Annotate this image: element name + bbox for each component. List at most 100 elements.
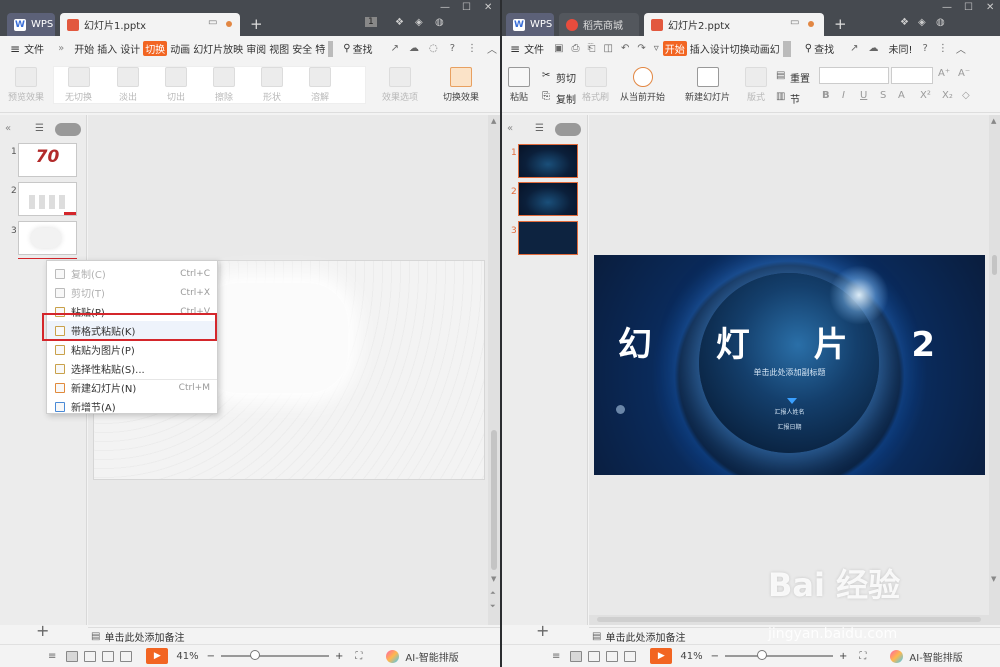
monitor-icon[interactable]: ▭ — [790, 17, 799, 28]
wps-home-tab[interactable]: W WPS — [7, 13, 55, 36]
italic-button[interactable]: I — [842, 90, 845, 101]
menu-transition[interactable]: 切换 — [730, 41, 750, 56]
skin-icon[interactable]: ❖ — [900, 17, 909, 28]
strikethrough-button[interactable]: S — [880, 90, 886, 101]
scroll-down-icon[interactable]: ▼ — [991, 575, 996, 583]
monitor-icon[interactable]: ▭ — [208, 17, 217, 28]
share-icon[interactable]: ↗ — [391, 43, 399, 54]
transition-cut[interactable]: 切出 — [165, 67, 187, 103]
zoom-level[interactable]: 41% — [176, 651, 198, 662]
ctx-paste-as-picture[interactable]: 粘贴为图片(P) — [47, 340, 217, 359]
more-options-icon[interactable]: ⋮ — [938, 43, 948, 54]
add-slide-button[interactable]: + — [536, 621, 549, 640]
notes-toggle-icon[interactable]: ≡ — [48, 651, 56, 662]
ai-layout-button[interactable]: AI-智能排版 — [405, 649, 458, 664]
menu-insert[interactable]: 插入 — [690, 41, 710, 56]
collapse-ribbon-icon[interactable]: ︿ — [956, 41, 966, 56]
minimize-icon[interactable]: — — [942, 2, 952, 13]
scroll-thumb[interactable] — [491, 430, 497, 570]
font-size-select[interactable] — [891, 67, 933, 84]
ctx-copy[interactable]: 复制(C) Ctrl+C — [47, 264, 217, 283]
section-icon[interactable]: ▥ — [776, 91, 785, 102]
bold-button[interactable]: B — [822, 90, 830, 101]
slide-thumbnail-2[interactable] — [18, 182, 77, 216]
menu-animation[interactable]: 动画 — [170, 41, 190, 56]
decrease-font-button[interactable]: A⁻ — [958, 68, 970, 79]
presenter-view-icon[interactable] — [624, 650, 637, 662]
underline-button[interactable]: U — [860, 90, 867, 101]
transition-shape[interactable]: 形状 — [261, 67, 283, 103]
slide-thumbnail-2[interactable] — [518, 182, 578, 216]
window-count-badge[interactable]: 1 — [365, 17, 377, 27]
zoom-slider-knob[interactable] — [757, 650, 768, 660]
print-preview-icon[interactable]: ◫ — [604, 43, 613, 54]
ctx-cut[interactable]: 剪切(T) Ctrl+X — [47, 283, 217, 302]
menu-transition[interactable]: 切换 — [143, 41, 168, 56]
collapse-pane-icon[interactable]: « — [5, 123, 11, 134]
export-icon[interactable]: ⎙ — [572, 43, 580, 54]
share-icon[interactable]: ↗ — [850, 43, 858, 54]
fit-window-icon[interactable]: ⛶ — [859, 651, 866, 662]
zoom-slider[interactable] — [725, 650, 834, 660]
menu-view[interactable]: 视图 — [269, 41, 289, 56]
sync-status[interactable]: 未同! — [889, 41, 913, 56]
prev-slide-icon[interactable]: ⏶ — [490, 589, 496, 598]
effect-options-button[interactable]: 效果选项 — [382, 67, 418, 103]
scroll-up-icon[interactable]: ▲ — [491, 117, 496, 125]
user-icon[interactable]: ◍ — [936, 17, 945, 28]
switch-effect-button[interactable]: 切换效果 — [443, 67, 479, 103]
hamburger-icon[interactable]: ≡ — [510, 42, 520, 56]
h-scroll-thumb[interactable] — [597, 617, 981, 622]
clear-format-button[interactable]: ◇ — [962, 90, 970, 101]
slide-view-toggle[interactable] — [555, 123, 581, 136]
new-slide-button[interactable]: 新建幻灯片 — [685, 67, 730, 103]
menu-scroll-handle[interactable] — [782, 40, 791, 57]
doc-tab-slides2[interactable]: 幻灯片2.pptx ▭ — [644, 13, 824, 36]
preview-effect-button[interactable]: 预览效果 — [8, 67, 44, 103]
slide-sorter-icon[interactable] — [84, 650, 97, 662]
vertical-scrollbar[interactable]: ▲ ▼ — [989, 115, 1000, 625]
cube-icon[interactable]: ◈ — [415, 17, 423, 28]
menu-design[interactable]: 设计 — [710, 41, 730, 56]
scroll-up-icon[interactable]: ▲ — [991, 117, 996, 125]
redo-icon[interactable]: ↷ — [637, 43, 645, 54]
close-icon[interactable]: ✕ — [484, 2, 492, 13]
slide-thumbnail-1[interactable]: 70 — [18, 143, 77, 177]
slide-thumbnail-3[interactable] — [518, 221, 578, 255]
menu-file[interactable]: 文件 — [524, 41, 544, 56]
zoom-out-button[interactable]: − — [207, 651, 215, 662]
sync-icon[interactable]: ◌ — [429, 43, 438, 54]
minimize-icon[interactable]: — — [440, 2, 450, 13]
presenter-view-icon[interactable] — [120, 650, 133, 662]
reading-view-icon[interactable] — [606, 650, 619, 662]
transition-wipe[interactable]: 擦除 — [213, 67, 235, 103]
cut-icon[interactable]: ✂ — [542, 70, 550, 81]
maximize-icon[interactable]: ☐ — [964, 2, 973, 13]
font-color-button[interactable]: A — [898, 90, 905, 101]
quick-access-dropdown-icon[interactable]: ▿ — [654, 43, 659, 54]
help-icon[interactable]: ? — [450, 43, 455, 54]
slide-thumbnail-1[interactable] — [518, 144, 578, 178]
play-slideshow-button[interactable]: ▶ — [146, 648, 169, 664]
play-slideshow-button[interactable]: ▶ — [650, 648, 673, 664]
menu-start[interactable]: 开始 — [662, 41, 687, 56]
reading-view-icon[interactable] — [102, 650, 115, 662]
outline-view-icon[interactable]: ☰ — [35, 123, 44, 134]
menu-start[interactable]: 开始 — [74, 41, 94, 56]
menu-slideshow[interactable]: 幻灯片放映 — [193, 41, 243, 56]
notes-toggle-icon[interactable]: ≡ — [552, 651, 560, 662]
new-tab-button[interactable]: + — [250, 15, 263, 33]
cube-icon[interactable]: ◈ — [918, 17, 926, 28]
menu-animation[interactable]: 动画 — [750, 41, 770, 56]
menu-insert[interactable]: 插入 — [97, 41, 117, 56]
more-options-icon[interactable]: ⋮ — [467, 43, 477, 54]
transition-dissolve[interactable]: 溶解 — [309, 67, 331, 103]
zoom-in-button[interactable]: + — [839, 651, 847, 662]
zoom-level[interactable]: 41% — [680, 651, 702, 662]
zoom-slider-knob[interactable] — [250, 650, 261, 660]
notes-bar[interactable]: ▤ 单击此处添加备注 — [88, 627, 500, 644]
format-painter-button[interactable]: 格式刷 — [582, 67, 609, 103]
vertical-scrollbar[interactable]: ▲ ▼ ⏶ ⏷ — [488, 115, 500, 625]
normal-view-icon[interactable] — [570, 650, 583, 662]
scroll-down-icon[interactable]: ▼ — [491, 575, 496, 583]
